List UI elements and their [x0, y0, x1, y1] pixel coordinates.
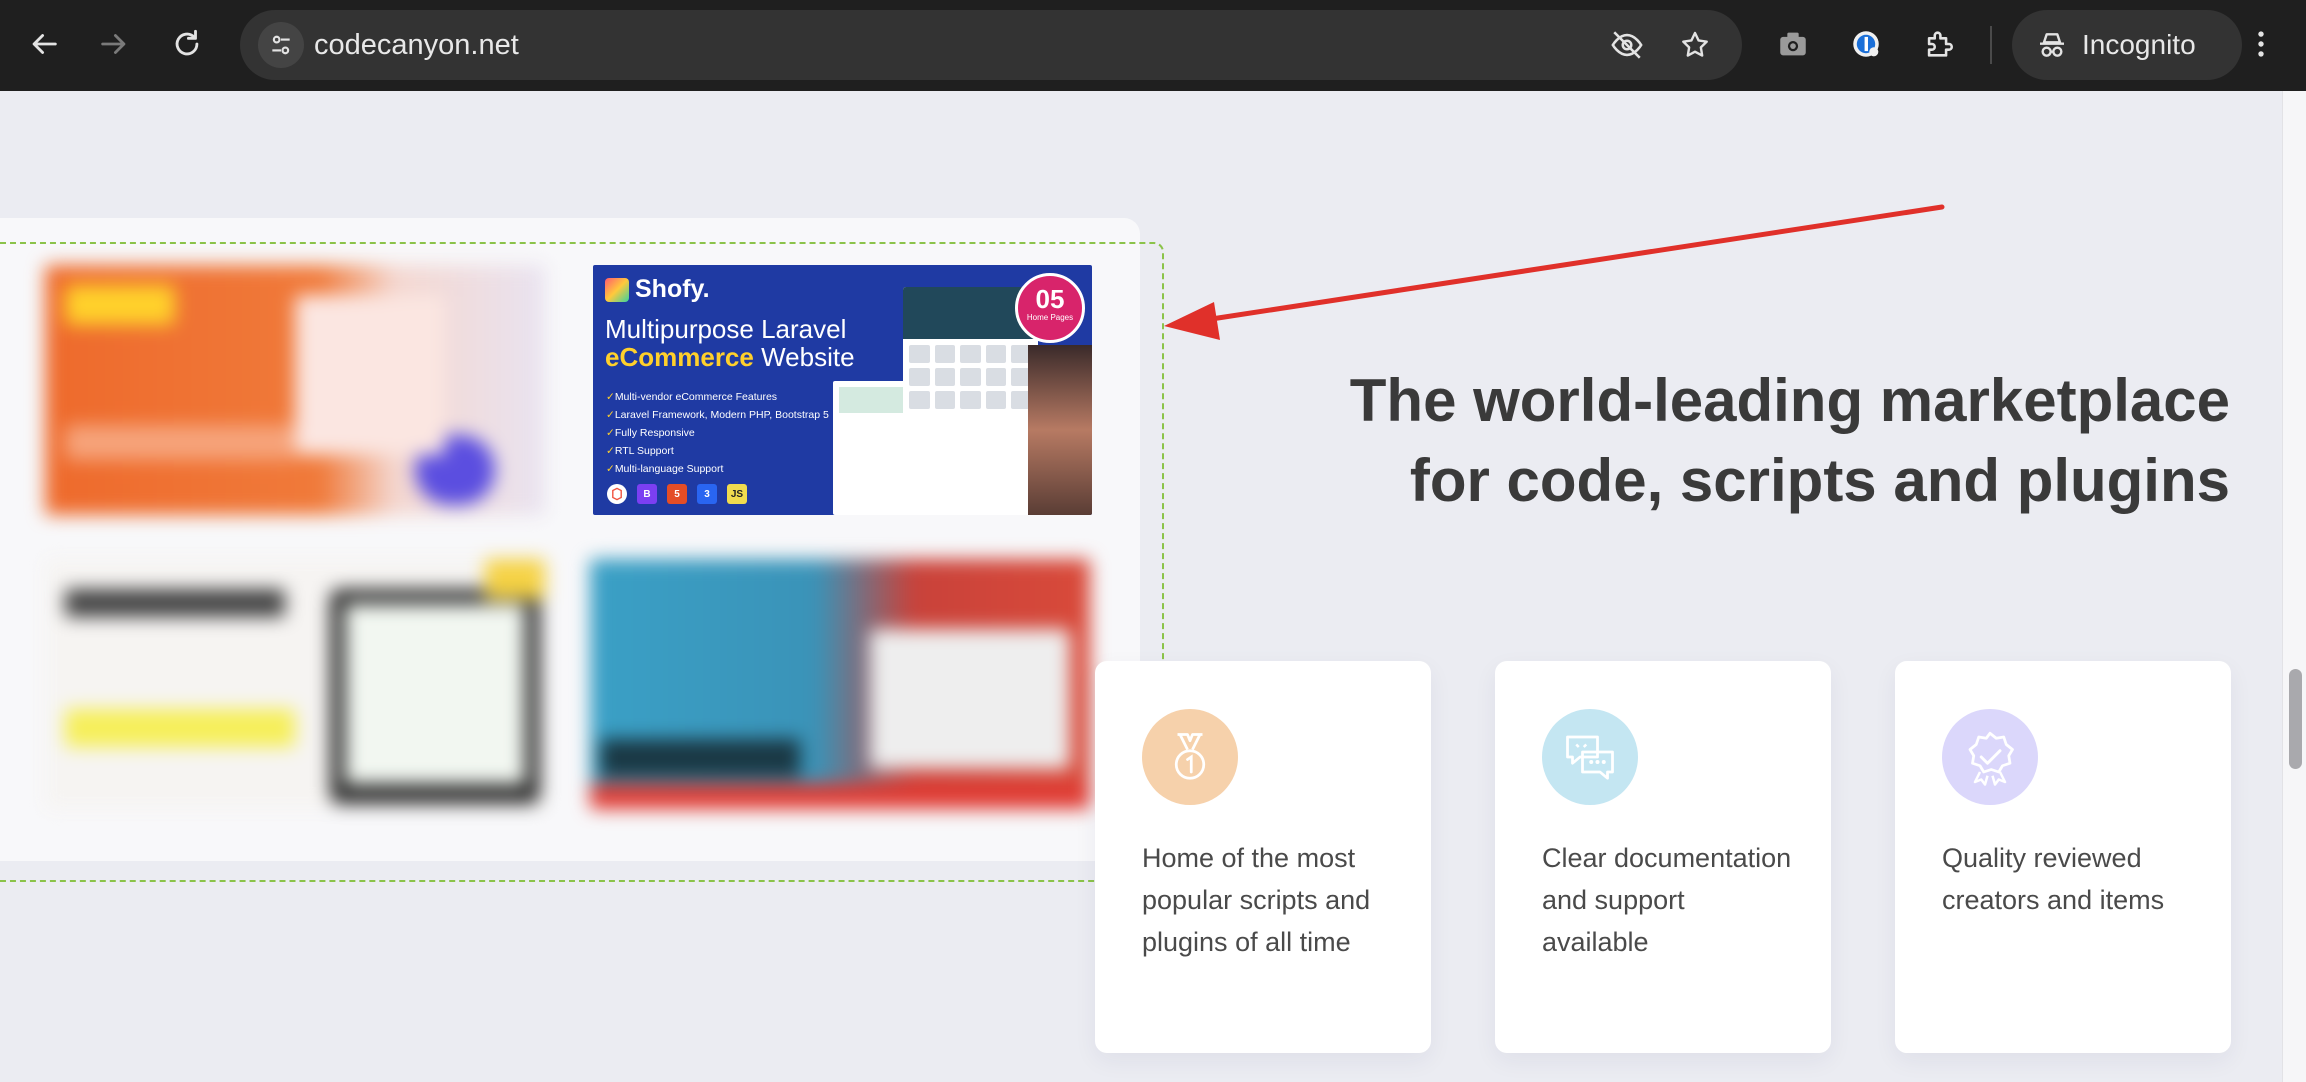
badge-label: Home Pages — [1026, 313, 1074, 322]
reload-button[interactable] — [157, 14, 217, 74]
back-arrow-icon — [32, 34, 57, 54]
headline-rest: Website — [753, 342, 855, 372]
reload-icon — [175, 29, 199, 56]
html5-icon: 5 — [667, 484, 687, 504]
more-vertical-icon — [2258, 31, 2264, 57]
hero-title: The world-leading marketplace for code, … — [1349, 367, 2230, 514]
tech-badges: B 5 3 JS — [607, 484, 747, 504]
back-button[interactable] — [14, 14, 74, 74]
page-scrollbar[interactable] — [2282, 91, 2306, 1082]
password-manager-button[interactable] — [1836, 14, 1896, 74]
feature-item: Multi-vendor eCommerce Features — [606, 388, 829, 406]
camera-icon — [1780, 32, 1806, 56]
incognito-icon — [2040, 33, 2064, 57]
incognito-indicator[interactable]: Incognito — [2012, 10, 2242, 80]
feature-item: Multi-language Support — [606, 460, 829, 478]
feature-item: RTL Support — [606, 442, 829, 460]
laravel-icon — [607, 484, 627, 504]
javascript-icon: JS — [727, 484, 747, 504]
feature-card: Clear documentation and support availabl… — [1495, 661, 1831, 1053]
puzzle-piece-icon — [1927, 31, 1953, 57]
page-content: Shofy. Multipurpose Laravel eCommerce We… — [0, 91, 2282, 1082]
featured-product-thumbnail[interactable]: Shofy. Multipurpose Laravel eCommerce We… — [593, 265, 1092, 515]
product-thumbnail-blurred[interactable] — [590, 559, 1090, 809]
feature-list: Multi-vendor eCommerce Features Laravel … — [606, 388, 829, 478]
url-text[interactable]: codecanyon.net — [314, 10, 519, 80]
feature-card-text: Home of the most popular scripts and plu… — [1142, 843, 1371, 957]
css3-icon: 3 — [697, 484, 717, 504]
password-manager-icon — [1853, 31, 1879, 57]
medal-icon — [1142, 709, 1238, 805]
tracking-protection-button[interactable] — [1606, 24, 1648, 66]
shofy-logo: Shofy. — [605, 275, 710, 304]
eye-off-icon — [1611, 31, 1643, 59]
incognito-label: Incognito — [2082, 29, 2196, 60]
bootstrap-icon: B — [637, 484, 657, 504]
browser-menu-button[interactable] — [2236, 14, 2286, 74]
home-pages-badge: 05 Home Pages — [1015, 273, 1085, 343]
extensions-button[interactable] — [1909, 14, 1969, 74]
headline-highlight: eCommerce — [605, 342, 754, 372]
product-thumbnail-blurred[interactable] — [45, 265, 545, 515]
forward-arrow-icon — [101, 34, 126, 54]
feature-item: Fully Responsive — [606, 424, 829, 442]
feature-card-text: Clear documentation and support availabl… — [1542, 843, 1792, 957]
site-info-button[interactable] — [258, 22, 304, 68]
toolbar-separator — [1990, 26, 1992, 64]
featured-headline: Multipurpose Laravel eCommerce Website — [605, 315, 855, 371]
scrollbar-thumb[interactable] — [2289, 669, 2302, 769]
forward-button[interactable] — [84, 14, 144, 74]
quality-badge-icon — [1942, 709, 2038, 805]
model-portrait-image — [1028, 345, 1092, 515]
browser-toolbar: codecanyon.net Incognito — [0, 0, 2306, 91]
star-icon — [1682, 31, 1708, 57]
feature-card-text: Quality reviewed creators and items — [1942, 843, 2165, 915]
screenshot-button[interactable] — [1763, 14, 1823, 74]
shofy-brand-name: Shofy. — [635, 275, 710, 303]
address-bar[interactable]: codecanyon.net — [240, 10, 1742, 80]
tune-icon — [272, 35, 290, 55]
product-thumbnail-blurred[interactable] — [45, 559, 545, 809]
feature-card: Quality reviewed creators and items — [1895, 661, 2231, 1053]
badge-number: 05 — [1035, 284, 1065, 314]
headline-line-1: Multipurpose Laravel — [605, 314, 847, 344]
feature-item: Laravel Framework, Modern PHP, Bootstrap… — [606, 406, 829, 424]
feature-card: Home of the most popular scripts and plu… — [1095, 661, 1431, 1053]
chat-support-icon — [1542, 709, 1638, 805]
shofy-logo-mark-icon — [605, 277, 629, 302]
bookmark-button[interactable] — [1674, 24, 1716, 66]
